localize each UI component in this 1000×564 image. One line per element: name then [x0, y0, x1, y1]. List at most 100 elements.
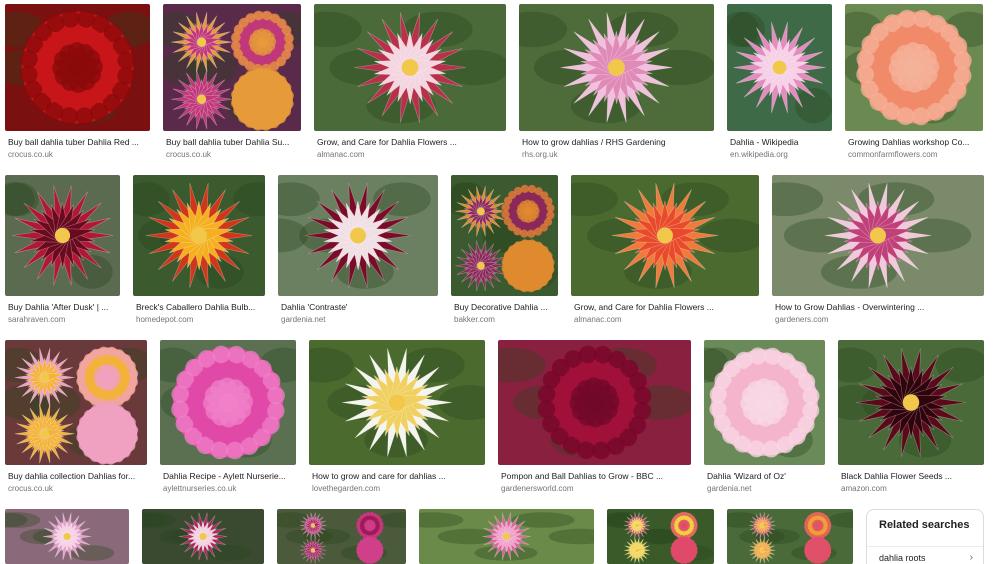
result-caption[interactable]: Breck's Caballero Dahlia Bulb...: [136, 302, 265, 313]
image-result[interactable]: Dahlia Recipe - Aylett Nurserie... aylet…: [160, 340, 296, 496]
image-result[interactable]: Dahlia 'Wizard of Oz' gardenia.net: [704, 340, 825, 496]
result-thumbnail[interactable]: [142, 509, 264, 564]
image-result[interactable]: Pompon and Ball Dahlias to Grow - BBC ..…: [498, 340, 691, 496]
result-caption[interactable]: Pompon and Ball Dahlias to Grow - BBC ..…: [501, 471, 691, 482]
result-caption[interactable]: Dahlia Recipe - Aylett Nurserie...: [163, 471, 296, 482]
result-source: gardenersworld.com: [501, 484, 574, 493]
result-thumbnail[interactable]: [133, 175, 265, 296]
result-source: sarahraven.com: [8, 315, 66, 324]
result-source: homedepot.com: [136, 315, 194, 324]
image-result[interactable]: [727, 509, 853, 564]
dahlia-image: [160, 340, 296, 465]
result-source: almanac.com: [574, 315, 622, 324]
result-thumbnail[interactable]: [5, 509, 129, 564]
related-search-item[interactable]: dahlia roots ›: [867, 546, 983, 564]
image-result[interactable]: [5, 509, 129, 564]
result-thumbnail[interactable]: [727, 4, 832, 131]
result-caption[interactable]: How to grow dahlias / RHS Gardening: [522, 137, 714, 148]
image-result[interactable]: Dahlia 'Contraste' gardenia.net: [278, 175, 438, 327]
dahlia-image: [704, 340, 825, 465]
image-result[interactable]: Buy Dahlia 'After Dusk' | ... sarahraven…: [5, 175, 120, 327]
result-source: amazon.com: [841, 484, 887, 493]
result-source: aylettnurseries.co.uk: [163, 484, 237, 493]
image-result[interactable]: Buy ball dahlia tuber Dahlia Red ... cro…: [5, 4, 150, 161]
image-result[interactable]: Breck's Caballero Dahlia Bulb... homedep…: [133, 175, 265, 327]
image-result[interactable]: Grow, and Care for Dahlia Flowers ... al…: [314, 4, 506, 161]
result-thumbnail[interactable]: [160, 340, 296, 465]
result-thumbnail[interactable]: [704, 340, 825, 465]
result-thumbnail[interactable]: [727, 509, 853, 564]
result-source: commonfarmflowers.com: [848, 150, 938, 159]
result-thumbnail[interactable]: [5, 340, 147, 465]
result-caption[interactable]: Buy ball dahlia tuber Dahlia Su...: [166, 137, 301, 148]
dahlia-image: [727, 509, 853, 564]
result-thumbnail[interactable]: [5, 4, 150, 131]
result-thumbnail[interactable]: [498, 340, 691, 465]
image-result[interactable]: [277, 509, 406, 564]
result-thumbnail[interactable]: [451, 175, 558, 296]
result-caption[interactable]: Grow, and Care for Dahlia Flowers ...: [574, 302, 759, 313]
result-thumbnail[interactable]: [163, 4, 301, 131]
image-result[interactable]: Buy Decorative Dahlia ... bakker.com: [451, 175, 558, 327]
result-caption[interactable]: Buy Dahlia 'After Dusk' | ...: [8, 302, 120, 313]
result-thumbnail[interactable]: [5, 175, 120, 296]
result-caption[interactable]: Growing Dahlias workshop Co...: [848, 137, 983, 148]
result-thumbnail[interactable]: [607, 509, 714, 564]
image-result[interactable]: Dahlia - Wikipedia en.wikipedia.org: [727, 4, 832, 161]
dahlia-image: [451, 175, 558, 296]
image-results-grid: Buy ball dahlia tuber Dahlia Red ... cro…: [0, 0, 1000, 564]
result-thumbnail[interactable]: [519, 4, 714, 131]
image-result[interactable]: How to grow and care for dahlias ... lov…: [309, 340, 485, 496]
result-caption[interactable]: Dahlia 'Contraste': [281, 302, 438, 313]
result-caption[interactable]: Grow, and Care for Dahlia Flowers ...: [317, 137, 506, 148]
result-source: lovethegarden.com: [312, 484, 381, 493]
image-result[interactable]: [419, 509, 594, 564]
result-caption[interactable]: Buy Decorative Dahlia ...: [454, 302, 558, 313]
result-caption[interactable]: Buy dahlia collection Dahlias for...: [8, 471, 147, 482]
dahlia-image: [142, 509, 264, 564]
image-result[interactable]: Black Dahlia Flower Seeds ... amazon.com: [838, 340, 984, 496]
dahlia-image: [277, 509, 406, 564]
result-thumbnail[interactable]: [278, 175, 438, 296]
dahlia-image: [5, 4, 150, 131]
dahlia-image: [607, 509, 714, 564]
dahlia-image: [419, 509, 594, 564]
result-source: gardenia.net: [707, 484, 752, 493]
dahlia-image: [133, 175, 265, 296]
image-result[interactable]: How to Grow Dahlias - Overwintering ... …: [772, 175, 984, 327]
result-caption[interactable]: Buy ball dahlia tuber Dahlia Red ...: [8, 137, 150, 148]
result-source: almanac.com: [317, 150, 365, 159]
related-search-label[interactable]: dahlia roots: [879, 553, 926, 563]
result-caption[interactable]: How to grow and care for dahlias ...: [312, 471, 485, 482]
dahlia-image: [278, 175, 438, 296]
image-result[interactable]: Grow, and Care for Dahlia Flowers ... al…: [571, 175, 759, 327]
result-caption[interactable]: How to Grow Dahlias - Overwintering ...: [775, 302, 984, 313]
result-caption[interactable]: Dahlia - Wikipedia: [730, 137, 832, 148]
image-result[interactable]: Growing Dahlias workshop Co... commonfar…: [845, 4, 983, 161]
result-thumbnail[interactable]: [772, 175, 984, 296]
image-result[interactable]: Buy dahlia collection Dahlias for... cro…: [5, 340, 147, 496]
result-thumbnail[interactable]: [314, 4, 506, 131]
result-caption[interactable]: Black Dahlia Flower Seeds ...: [841, 471, 984, 482]
result-thumbnail[interactable]: [838, 340, 984, 465]
dahlia-image: [498, 340, 691, 465]
dahlia-image: [314, 4, 506, 131]
result-thumbnail[interactable]: [277, 509, 406, 564]
image-result[interactable]: [607, 509, 714, 564]
dahlia-image: [772, 175, 984, 296]
result-source: gardeners.com: [775, 315, 829, 324]
related-searches-title: Related searches: [879, 519, 970, 531]
image-result[interactable]: Buy ball dahlia tuber Dahlia Su... crocu…: [163, 4, 301, 161]
image-result[interactable]: [142, 509, 264, 564]
result-thumbnail[interactable]: [309, 340, 485, 465]
result-caption[interactable]: Dahlia 'Wizard of Oz': [707, 471, 825, 482]
image-result[interactable]: How to grow dahlias / RHS Gardening rhs.…: [519, 4, 714, 161]
result-thumbnail[interactable]: [845, 4, 983, 131]
dahlia-image: [5, 175, 120, 296]
result-thumbnail[interactable]: [571, 175, 759, 296]
dahlia-image: [5, 340, 147, 465]
result-source: crocus.co.uk: [8, 150, 53, 159]
dahlia-image: [163, 4, 301, 131]
result-thumbnail[interactable]: [419, 509, 594, 564]
result-source: crocus.co.uk: [166, 150, 211, 159]
